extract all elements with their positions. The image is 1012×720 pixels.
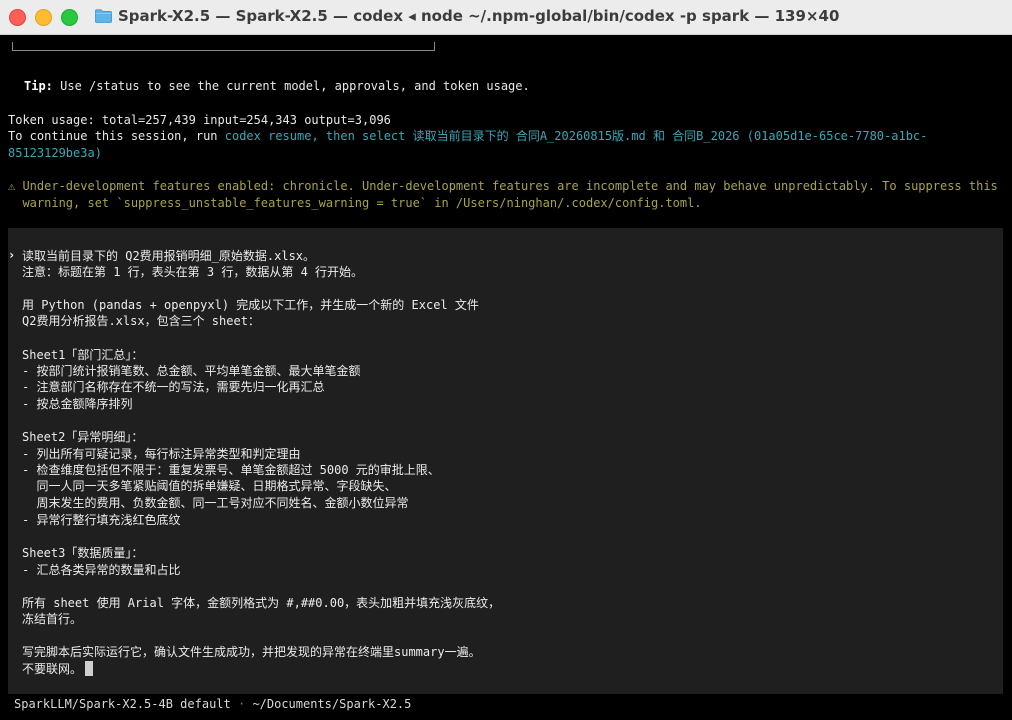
prompt-line: - 按总金额降序排列 bbox=[22, 397, 133, 411]
prompt-line: - 列出所有可疑记录，每行标注异常类型和判定理由 bbox=[22, 447, 301, 461]
prompt-line: 写完脚本后实际运行它，确认文件生成成功，并把发现的异常在终端里summary一遍… bbox=[22, 645, 481, 659]
text-cursor bbox=[85, 661, 94, 676]
prompt-line: 不要联网。 bbox=[22, 662, 83, 676]
resume-command-cont: 85123129be3a) bbox=[8, 146, 102, 160]
maximize-button[interactable] bbox=[61, 9, 78, 26]
continue-line: To continue this session, run codex resu… bbox=[8, 128, 927, 144]
resume-command: codex resume, then select 读取当前目录下的 合同A_2… bbox=[224, 129, 928, 143]
prompt-input[interactable]: › 读取当前目录下的 Q2费用报销明细_原始数据.xlsx。 注意：标题在第 1… bbox=[8, 228, 1003, 694]
prompt-line: 所有 sheet 使用 Arial 字体，金额列格式为 #,##0.00，表头加… bbox=[22, 596, 501, 610]
prompt-line: - 检查维度包括但不限于：重复发票号、单笔金额超过 5000 元的审批上限、 bbox=[22, 463, 440, 477]
prompt-line: 冻结首行。 bbox=[22, 612, 83, 626]
footer-separator: · bbox=[230, 697, 253, 711]
prompt-line: - 注意部门名称存在不统一的写法，需要先归一化再汇总 bbox=[22, 380, 325, 394]
title-bar[interactable]: Spark-X2.5 — Spark-X2.5 — codex ◂ node ~… bbox=[0, 0, 1012, 35]
terminal-window: Spark-X2.5 — Spark-X2.5 — codex ◂ node ~… bbox=[0, 0, 1012, 720]
warning-line-1: ⚠ Under-development features enabled: ch… bbox=[8, 179, 998, 193]
prompt-line: 同一人同一天多笔紧贴阈值的拆单嫌疑、日期格式异常、字段缺失、 bbox=[22, 479, 397, 493]
prompt-line: - 按部门统计报销笔数、总金额、平均单笔金额、最大单笔金额 bbox=[22, 364, 361, 378]
prompt-line: 用 Python (pandas + openpyxl) 完成以下工作，并生成一… bbox=[22, 298, 479, 312]
prompt-line: Q2费用分析报告.xlsx，包含三个 sheet： bbox=[22, 314, 260, 328]
model-label: SparkLLM/Spark-X2.5-4B default bbox=[14, 697, 231, 711]
prompt-line: Sheet1「部门汇总」： bbox=[22, 348, 144, 362]
prompt-last-line: 不要联网。 bbox=[22, 661, 94, 677]
continue-prefix: To continue this session, run bbox=[8, 129, 225, 143]
prompt-line: Sheet2「异常明细」： bbox=[22, 430, 144, 444]
window-title: Spark-X2.5 — Spark-X2.5 — codex ◂ node ~… bbox=[118, 7, 840, 25]
warning-line-2: warning, set `suppress_unstable_features… bbox=[8, 196, 702, 210]
status-footer: SparkLLM/Spark-X2.5-4B default · ~/Docum… bbox=[14, 697, 411, 711]
tip-line: Tip: Use /status to see the current mode… bbox=[24, 78, 530, 94]
prompt-line: - 汇总各类异常的数量和占比 bbox=[22, 563, 181, 577]
tip-text: Use /status to see the current model, ap… bbox=[52, 79, 530, 93]
working-directory: ~/Documents/Spark-X2.5 bbox=[252, 697, 412, 711]
prompt-line: 周末发生的费用、负数金额、同一工号对应不同姓名、金额小数位异常 bbox=[22, 496, 409, 510]
minimize-button[interactable] bbox=[35, 9, 52, 26]
tip-label: Tip: bbox=[24, 79, 53, 93]
folder-icon bbox=[95, 9, 112, 23]
token-usage: Token usage: total=257,439 input=254,343… bbox=[8, 113, 391, 127]
close-button[interactable] bbox=[9, 9, 26, 26]
prompt-line: 读取当前目录下的 Q2费用报销明细_原始数据.xlsx。 bbox=[22, 249, 316, 263]
terminal-content[interactable]: Tip: Use /status to see the current mode… bbox=[0, 35, 1012, 720]
prompt-line: - 异常行整行填充浅红色底纹 bbox=[22, 513, 181, 527]
box-border bbox=[12, 42, 435, 51]
prompt-line: 注意：标题在第 1 行，表头在第 3 行，数据从第 4 行开始。 bbox=[22, 265, 364, 279]
chevron-right-icon: › bbox=[8, 248, 16, 262]
prompt-line: Sheet3「数据质量」： bbox=[22, 546, 144, 560]
